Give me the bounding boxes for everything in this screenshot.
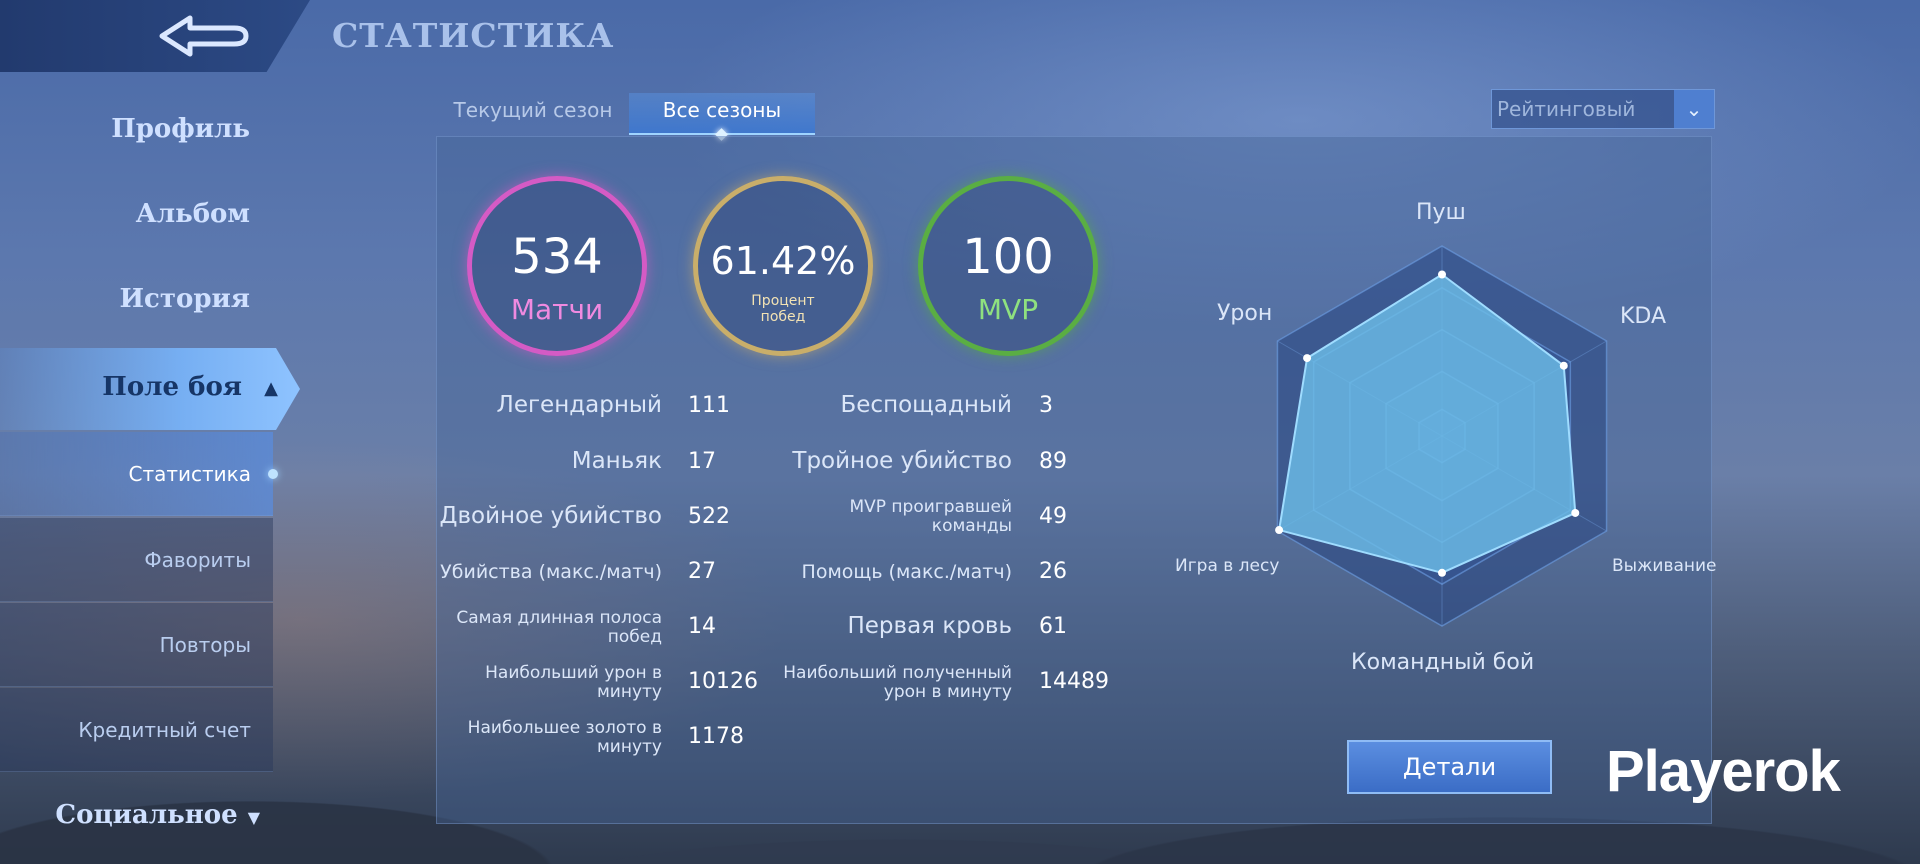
- tab-all-seasons[interactable]: Все сезоны: [629, 93, 815, 141]
- mvp-circle: 100 MVP: [918, 176, 1098, 356]
- winrate-circle: 61.42% Процент побед: [693, 176, 873, 356]
- chevron-down-icon: ▼: [247, 808, 260, 827]
- stat-value-max-assists: 26: [1039, 559, 1067, 584]
- radar-chart: [1275, 245, 1608, 627]
- watermark: Playerok: [1606, 739, 1841, 804]
- sidebar-item-label: Поле боя: [102, 372, 242, 402]
- stat-label-first-blood: Первая кровь: [847, 613, 1012, 639]
- sidebar-subitem-statistics[interactable]: Статистика: [0, 432, 278, 516]
- radar-label-teamfight: Командный бой: [1351, 650, 1535, 675]
- stat-value-first-blood: 61: [1039, 614, 1067, 639]
- page-title: СТАТИСТИКА: [332, 16, 615, 55]
- tab-current-season[interactable]: Текущий сезон: [440, 93, 626, 133]
- radar-label-kda: KDA: [1620, 304, 1667, 329]
- dropdown-value: Рейтинговый: [1497, 97, 1636, 121]
- radar-label-damage: Урон: [1217, 301, 1273, 326]
- radar-label-survival: Выживание: [1612, 556, 1717, 576]
- stat-label-triple-kill: Тройное убийство: [792, 448, 1012, 474]
- mode-dropdown[interactable]: Рейтинговый ⌄: [1491, 89, 1715, 129]
- back-button[interactable]: [150, 8, 260, 64]
- stat-value-longest-win-streak: 14: [688, 614, 716, 639]
- tab-label: Все сезоны: [662, 98, 782, 122]
- stat-label-mvp-losing-team: MVP проигравшей команды: [752, 498, 1012, 536]
- sidebar-item-history[interactable]: История: [0, 284, 250, 314]
- stat-label-line2: минуту: [596, 737, 662, 757]
- winrate-value: 61.42%: [710, 239, 856, 283]
- sidebar-subitem-label: Кредитный счет: [78, 718, 251, 742]
- sidebar-subitem-label: Статистика: [128, 462, 252, 486]
- matches-label: Матчи: [510, 293, 604, 326]
- stat-label-max-gold-per-min: Наибольшее золото в минуту: [362, 719, 662, 757]
- radar-label-jungle: Игра в лесу: [1175, 556, 1280, 576]
- back-arrow-icon: [159, 15, 249, 57]
- radar-point: [1571, 508, 1580, 517]
- radar-point: [1303, 354, 1312, 363]
- stat-value-max-damage-taken-per-min: 14489: [1039, 669, 1109, 694]
- chevron-up-icon: ▲: [264, 378, 278, 399]
- stat-label-line1: Наибольшее золото в: [467, 718, 662, 738]
- stat-label-longest-win-streak: Самая длинная полоса побед: [362, 609, 662, 647]
- stat-label-line2: урон в минуту: [883, 682, 1012, 702]
- mvp-value: 100: [962, 229, 1054, 285]
- stat-value-double-kill: 522: [688, 504, 730, 529]
- sidebar-item-album[interactable]: Альбом: [0, 199, 250, 229]
- mvp-label: MVP: [977, 293, 1039, 326]
- stat-label-line2: команды: [931, 516, 1012, 536]
- matches-circle: 534 Матчи: [467, 176, 647, 356]
- stat-label-line1: Наибольший полученный: [783, 663, 1012, 683]
- matches-value: 534: [511, 229, 603, 285]
- radar-point: [1275, 526, 1284, 535]
- stat-label-line1: MVP проигравшей: [849, 497, 1012, 517]
- stat-label-line2: побед: [607, 627, 662, 647]
- sidebar-subitem-credit-score[interactable]: Кредитный счет: [0, 688, 273, 772]
- stat-label-line1: Наибольший урон в: [485, 663, 662, 683]
- sidebar-item-label: Социальное: [55, 800, 238, 830]
- sidebar-subitem-label: Фавориты: [144, 548, 251, 572]
- stat-value-legendary: 111: [688, 393, 730, 418]
- sidebar-item-social[interactable]: Социальное ▼: [0, 800, 260, 830]
- sidebar-subitem-favorites[interactable]: Фавориты: [0, 518, 273, 602]
- stat-value-ruthless: 3: [1039, 393, 1053, 418]
- radar-label-push: Пуш: [1416, 200, 1466, 225]
- stat-value-triple-kill: 89: [1039, 449, 1067, 474]
- stat-label-line2: минуту: [596, 682, 662, 702]
- stat-label-double-kill: Двойное убийство: [439, 503, 662, 529]
- winrate-label-line2: побед: [760, 309, 806, 325]
- stat-label-max-damage-per-min: Наибольший урон в минуту: [362, 664, 662, 702]
- sidebar-item-battlefield[interactable]: Поле боя ▲: [0, 348, 300, 430]
- stat-label-maniac: Маньяк: [571, 448, 662, 474]
- radar-point: [1438, 270, 1446, 279]
- stat-label-ruthless: Беспощадный: [840, 392, 1013, 418]
- stat-label-max-damage-taken-per-min: Наибольший полученный урон в минуту: [712, 664, 1012, 702]
- stat-label-legendary: Легендарный: [496, 392, 662, 418]
- sidebar-subitem-replays[interactable]: Повторы: [0, 603, 273, 687]
- winrate-label: Процент побед: [698, 293, 868, 325]
- radar-point: [1559, 361, 1568, 370]
- sidebar-item-profile[interactable]: Профиль: [0, 114, 250, 144]
- stat-label-line1: Самая длинная полоса: [456, 608, 662, 628]
- winrate-label-line1: Процент: [751, 293, 815, 309]
- sidebar-subitem-label: Повторы: [159, 633, 251, 657]
- details-button[interactable]: Детали: [1347, 740, 1552, 794]
- stat-label-max-kills: Убийства (макс./матч): [440, 561, 662, 583]
- radar-point: [1438, 568, 1446, 577]
- stat-value-mvp-losing-team: 49: [1039, 504, 1067, 529]
- chevron-down-icon: ⌄: [1674, 90, 1714, 128]
- active-indicator-icon: [268, 469, 278, 479]
- stat-value-max-gold-per-min: 1178: [688, 724, 744, 749]
- stat-label-max-assists: Помощь (макс./матч): [801, 561, 1012, 583]
